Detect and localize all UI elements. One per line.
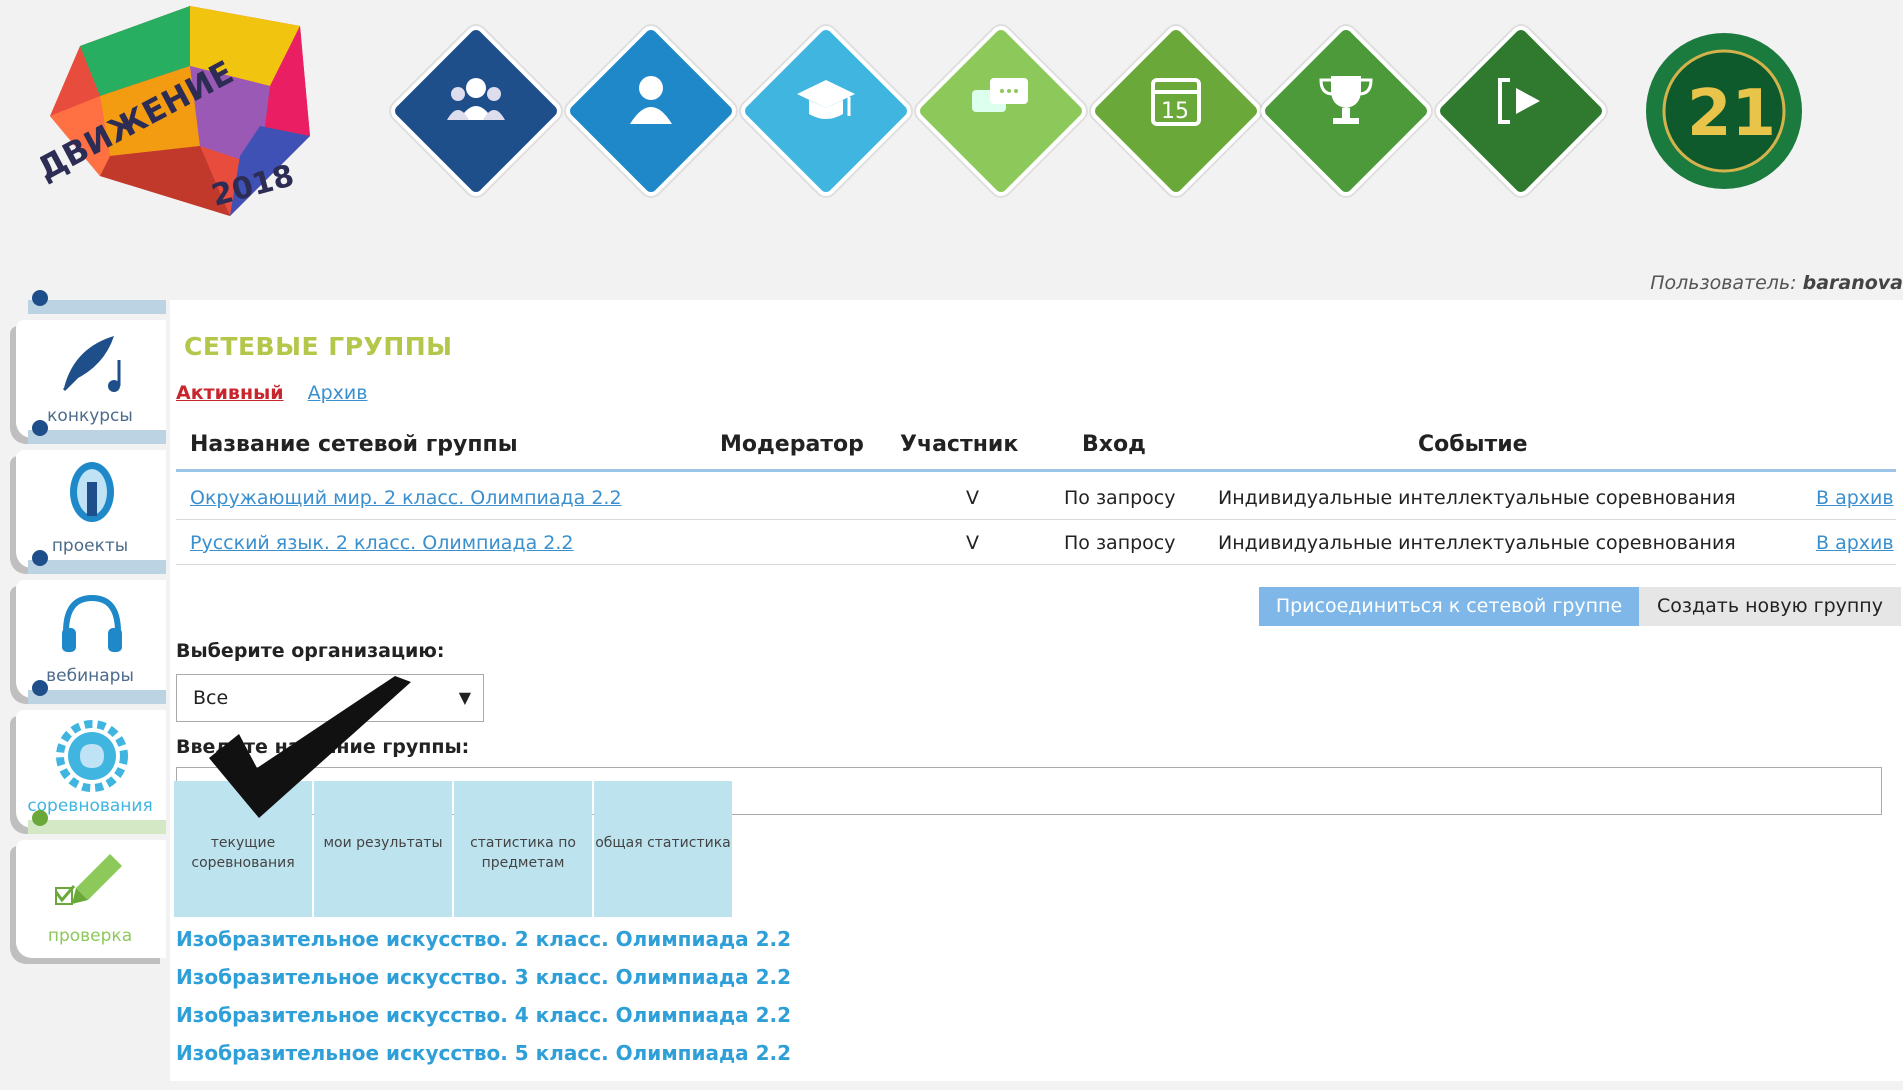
user-prefix: Пользователь: <box>1650 272 1797 294</box>
group-name-link[interactable]: Русский язык. 2 класс. Олимпиада 2.2 <box>190 532 574 554</box>
pin-icon <box>32 810 48 826</box>
col-moderator-header: Модератор <box>720 432 864 457</box>
page-header: ДВИЖЕНИЕ 2018 сетевые группы профиль пор… <box>0 0 1903 294</box>
archive-link[interactable]: В архив <box>1816 532 1894 554</box>
tile-subject-statistics[interactable]: статистика по предметам <box>454 781 592 917</box>
event-cell: Индивидуальные интеллектуальные соревнов… <box>1218 487 1736 509</box>
medal-number: 21 <box>1687 77 1776 151</box>
sidebar-item-webinars[interactable]: вебинары <box>14 550 166 700</box>
sidebar-item-projects[interactable]: проекты <box>14 420 166 570</box>
event-cell: Индивидуальные интеллектуальные соревнов… <box>1218 532 1736 554</box>
org-label: Выберите организацию: <box>176 640 445 662</box>
pin-icon <box>32 420 48 436</box>
sidebar-item-label: проверка <box>47 926 133 946</box>
nav-diplomas[interactable]: дипломы грамоты <box>1262 27 1430 195</box>
nav-profile[interactable]: профиль <box>567 27 735 195</box>
pin-icon <box>32 550 48 566</box>
feather-music-icon <box>62 336 121 392</box>
current-user: Пользователь: baranova <box>1650 272 1903 294</box>
join-group-button[interactable]: Присоединиться к сетевой группе <box>1259 587 1639 626</box>
headphones-icon <box>62 594 122 652</box>
nav-calendar[interactable]: 15 календарь <box>1092 27 1260 195</box>
nav-portfolio[interactable]: портфолио <box>742 27 910 195</box>
tile-general-statistics[interactable]: общая статистика <box>594 781 732 917</box>
sidebar-item-contests[interactable]: конкурсы <box>14 290 166 440</box>
svg-text:15: 15 <box>1161 99 1189 124</box>
tab-active[interactable]: Активный <box>176 382 284 404</box>
sidebar-item-competitions[interactable]: соревнования <box>14 680 166 830</box>
rocket-icon <box>70 462 114 522</box>
sidebar-item-review[interactable]: проверка <box>14 810 166 960</box>
pin-icon <box>32 680 48 696</box>
participant-cell: V <box>966 487 979 509</box>
col-participant-header: Участник <box>900 432 1019 457</box>
participant-cell: V <box>966 532 979 554</box>
checkmark-icon <box>209 676 411 818</box>
brain-gear-icon <box>56 720 128 792</box>
list-item[interactable]: Изобразительное искусство. 2 класс. Олим… <box>176 920 791 958</box>
col-event-header: Событие <box>1418 432 1528 457</box>
olympiad-medal-icon[interactable]: 21 <box>1643 30 1805 192</box>
list-item[interactable]: Изобразительное искусство. 4 класс. Олим… <box>176 996 791 1034</box>
user-name: baranova <box>1802 272 1903 294</box>
list-item[interactable]: Изобразительное искусство. 3 класс. Олим… <box>176 958 791 996</box>
group-list: Изобразительное искусство. 2 класс. Олим… <box>176 920 791 1072</box>
col-name-header: Название сетевой группы <box>190 432 518 457</box>
tab-archive[interactable]: Архив <box>308 382 368 404</box>
table-row: Русский язык. 2 класс. Олимпиада 2.2 V П… <box>176 520 1896 565</box>
table-header: Название сетевой группы Модератор Участн… <box>176 418 1896 472</box>
nav-exit[interactable]: выход <box>1437 27 1605 195</box>
archive-link[interactable]: В архив <box>1816 487 1894 509</box>
chevron-down-icon: ▼ <box>458 688 471 707</box>
table-row: Окружающий мир. 2 класс. Олимпиада 2.2 V… <box>176 475 1896 520</box>
entry-cell: По запросу <box>1064 532 1176 554</box>
entry-cell: По запросу <box>1064 487 1176 509</box>
status-tabs: Активный Архив <box>176 382 367 404</box>
nav-messages[interactable]: сообщения <box>917 27 1085 195</box>
create-group-button[interactable]: Создать новую группу <box>1639 587 1901 626</box>
main-panel: СЕТЕВЫЕ ГРУППЫ Активный Архив Название с… <box>170 300 1903 1081</box>
nav-network-groups[interactable]: сетевые группы <box>392 27 560 195</box>
pencil-check-icon <box>54 854 122 905</box>
pin-icon <box>32 290 48 306</box>
group-name-link[interactable]: Окружающий мир. 2 класс. Олимпиада 2.2 <box>190 487 622 509</box>
sidebar: конкурсы проекты вебинары соревнования п… <box>10 290 166 1090</box>
list-item[interactable]: Изобразительное искусство. 5 класс. Олим… <box>176 1034 791 1072</box>
page-title: СЕТЕВЫЕ ГРУППЫ <box>184 332 453 361</box>
dvizhenie-logo[interactable]: ДВИЖЕНИЕ 2018 <box>40 6 310 226</box>
col-entry-header: Вход <box>1082 432 1146 457</box>
